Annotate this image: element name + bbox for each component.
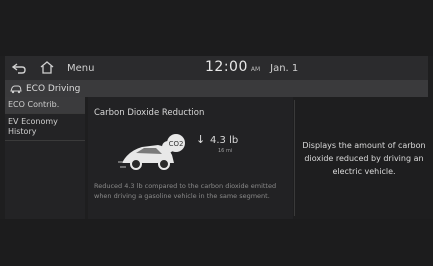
page-title: ECO Driving xyxy=(26,83,81,94)
clock-ampm: AM xyxy=(250,66,261,73)
menu-button[interactable]: Menu xyxy=(61,56,100,80)
help-panel: Displays the amount of carbon dioxide re… xyxy=(300,97,428,219)
home-button[interactable] xyxy=(33,56,61,80)
car-co2-icon: CO2 xyxy=(118,133,190,177)
sidebar: ECO Contrib. EV Economy History xyxy=(5,97,85,219)
bottom-bezel xyxy=(0,219,433,266)
home-icon xyxy=(40,59,54,78)
panel-divider xyxy=(294,100,295,216)
status-bar: Menu 12:00 AM Jan. 1 xyxy=(5,56,428,80)
top-bezel xyxy=(0,0,433,56)
distance-value: 16 mi xyxy=(218,148,233,154)
sidebar-item-label: EV Economy History xyxy=(8,117,58,136)
co2-label: CO2 xyxy=(169,140,184,148)
clock-date: Jan. 1 xyxy=(270,63,299,74)
clock-time: 12:00 xyxy=(205,59,248,75)
section-title: Carbon Dioxide Reduction xyxy=(94,108,205,118)
sidebar-item-ev-economy-history[interactable]: EV Economy History xyxy=(5,114,85,141)
help-text: Displays the amount of carbon dioxide re… xyxy=(302,140,426,176)
reduction-description: Reduced 4.3 lb compared to the carbon di… xyxy=(94,182,277,200)
clock: 12:00 AM Jan. 1 xyxy=(205,59,298,75)
car-leaf-icon xyxy=(8,80,24,97)
page-title-bar: ECO Driving xyxy=(5,80,428,97)
sidebar-item-label: ECO Contrib. xyxy=(8,100,60,109)
back-icon xyxy=(11,59,27,78)
co2-reduction-value: 4.3 lb xyxy=(210,135,239,146)
sidebar-item-eco-contrib[interactable]: ECO Contrib. xyxy=(5,97,85,114)
back-button[interactable] xyxy=(5,56,33,80)
main-panel: Carbon Dioxide Reduction CO2 ↓ 4.3 lb 16… xyxy=(88,97,293,219)
down-arrow-icon: ↓ xyxy=(196,133,206,146)
